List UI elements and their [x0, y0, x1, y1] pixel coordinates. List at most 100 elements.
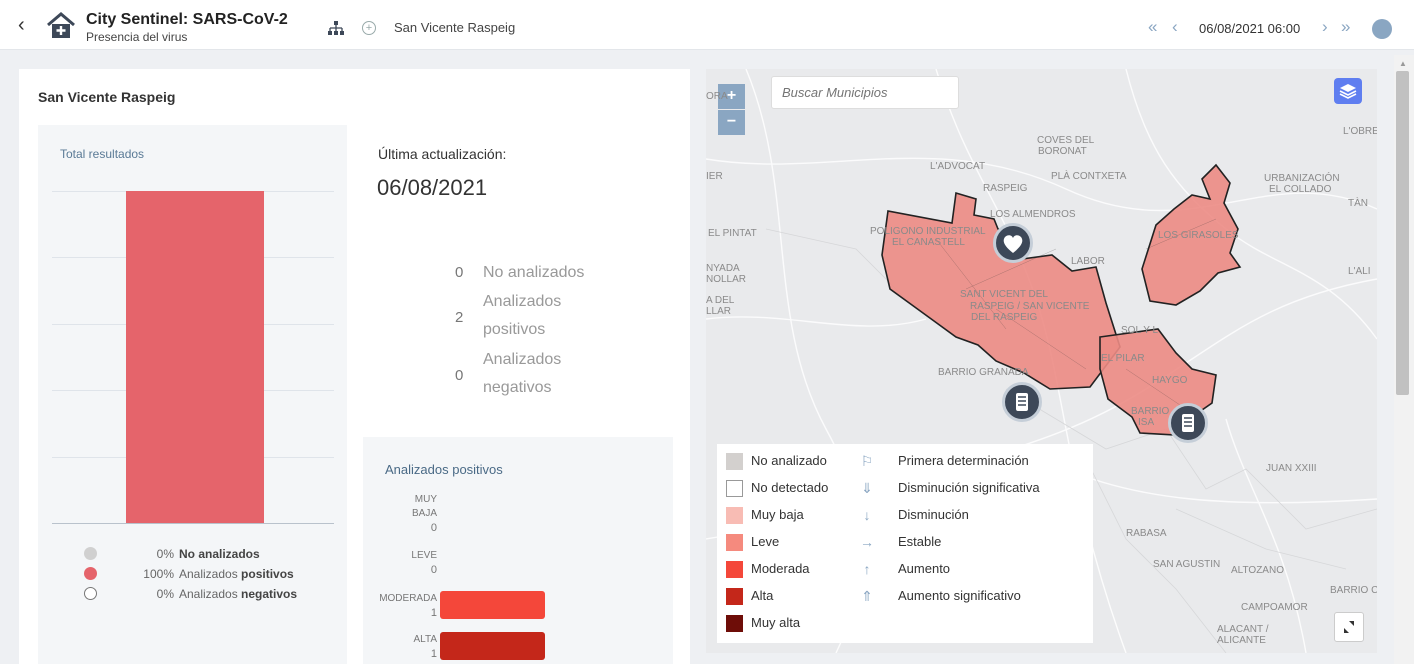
heart-icon — [1003, 235, 1023, 253]
legend-dot — [84, 587, 97, 600]
legend-level-label: No detectado — [751, 480, 829, 495]
legend-trend-label: Disminución — [898, 507, 969, 522]
stat-value: 2 — [455, 309, 464, 326]
search-input[interactable] — [772, 77, 958, 108]
hierarchy-icon[interactable] — [328, 21, 344, 35]
place-label: RASPEIG / SAN VICENTE — [970, 301, 1090, 312]
page-scrollbar[interactable]: ▲ — [1394, 55, 1414, 664]
level-label: ALTA 1 — [377, 633, 437, 661]
place-label: LOS ALMENDROS — [990, 209, 1076, 220]
zoom-out-button[interactable]: − — [718, 110, 745, 135]
last-update-date: 06/08/2021 — [377, 175, 488, 200]
trend-icon: ⇑ — [861, 588, 873, 604]
legend-percent: 0% — [156, 587, 174, 601]
legend-text: Analizados negativos — [179, 586, 297, 602]
stat-value: 0 — [455, 264, 464, 281]
place-label: LOS GIRASOLES — [1158, 230, 1239, 241]
scroll-up-icon[interactable]: ▲ — [1399, 59, 1407, 68]
place-label: ALACANT / — [1217, 624, 1269, 635]
add-location-icon[interactable]: + — [362, 21, 376, 35]
legend-swatch — [726, 453, 743, 470]
legend-swatch — [726, 588, 743, 605]
place-label: NYADA — [706, 263, 740, 274]
expand-icon — [1344, 621, 1354, 633]
legend-dot — [84, 547, 97, 560]
user-avatar-icon[interactable] — [1372, 19, 1392, 39]
next-date-icon[interactable]: › — [1322, 18, 1328, 35]
trend-icon: ↓ — [863, 507, 871, 523]
level-count: 0 — [430, 522, 437, 534]
stat-label: No analizados — [483, 264, 585, 281]
level-count: 1 — [430, 607, 437, 619]
legend-trend-label: Primera determinación — [898, 453, 1029, 468]
place-label: RABASA — [1126, 528, 1167, 539]
stat-label-line2: negativos — [483, 379, 552, 396]
current-datetime[interactable]: 06/08/2021 06:00 — [1199, 21, 1300, 36]
wastewater-sensor-marker[interactable] — [1168, 403, 1208, 443]
fullscreen-button[interactable] — [1334, 612, 1364, 642]
level-name-line2: BAJA — [411, 508, 437, 519]
place-label: ISA — [1138, 417, 1155, 428]
prev-date-icon[interactable]: ‹ — [1172, 18, 1178, 35]
level-bar[interactable] — [440, 591, 545, 619]
level-name: ALTA — [413, 634, 437, 645]
place-label: SOL Y L — [1121, 325, 1159, 336]
place-label: L'ADVOCAT — [930, 161, 986, 172]
place-label: TÀN — [1348, 198, 1368, 209]
legend-text: Analizados positivos — [179, 566, 294, 582]
legend-swatch — [726, 507, 743, 524]
chart-bar[interactable] — [126, 191, 264, 523]
place-label: EL PILAR — [1101, 353, 1145, 364]
legend-percent: 0% — [156, 547, 174, 561]
municipality-search[interactable] — [771, 76, 959, 109]
place-label: POLIGONO INDUSTRIAL — [870, 226, 986, 237]
card-title: San Vicente Raspeig — [38, 89, 176, 105]
chart-gridline — [52, 523, 334, 524]
legend-trend-label: Aumento significativo — [898, 588, 1021, 603]
home-icon[interactable] — [46, 11, 76, 41]
place-label: BARRIO C — [1330, 585, 1377, 596]
legend-level-label: Muy baja — [751, 507, 804, 522]
sensor-icon — [1182, 414, 1194, 432]
map-view[interactable]: + − COVES DELBORONATL'ADVOCATPLÀ CONTXET… — [706, 69, 1377, 653]
stat-label: Analizados — [483, 293, 562, 310]
hospital-marker[interactable] — [993, 223, 1033, 263]
summary-card: San Vicente Raspeig Total resultados 0% N… — [19, 69, 690, 664]
place-label: NOLLAR — [706, 274, 747, 285]
stat-value: 0 — [455, 367, 464, 384]
first-date-icon[interactable]: « — [1148, 18, 1157, 35]
back-icon[interactable]: ‹ — [18, 15, 25, 35]
stat-label: Analizados — [483, 351, 562, 368]
place-label: ORA — [706, 91, 728, 102]
place-label: CAMPOAMOR — [1241, 602, 1308, 613]
current-location: San Vicente Raspeig — [394, 20, 516, 35]
level-name: MUY — [414, 494, 437, 505]
level-count: 1 — [430, 648, 437, 660]
legend-text-bold: positivos — [241, 567, 294, 581]
trend-icon: ⇓ — [861, 480, 873, 496]
place-label: LABOR — [1071, 256, 1105, 267]
level-name: MODERADA — [379, 593, 437, 604]
app-subtitle: Presencia del virus — [86, 30, 188, 44]
scroll-thumb[interactable] — [1396, 71, 1409, 395]
legend-level-label: Muy alta — [751, 615, 801, 630]
sensor-icon — [1016, 393, 1028, 411]
legend-dot — [84, 567, 97, 580]
legend-text-plain: Analizados — [179, 567, 242, 581]
level-bar[interactable] — [440, 632, 545, 660]
place-label: RASPEIG — [983, 183, 1028, 194]
place-label: L'ALI — [1348, 266, 1371, 277]
place-label: LLAR — [706, 306, 732, 317]
place-label: ALTOZANO — [1231, 565, 1284, 576]
wastewater-sensor-marker[interactable] — [1002, 382, 1042, 422]
layers-icon[interactable] — [1334, 78, 1362, 104]
level-count: 0 — [430, 564, 437, 576]
last-date-icon[interactable]: » — [1341, 18, 1350, 35]
total-results-panel: Total resultados 0% No analizados 100% Anal… — [38, 125, 347, 664]
place-label: BARRIO GRANADA — [938, 367, 1029, 378]
legend-text-bold: negativos — [241, 587, 298, 601]
place-label: L'OBRE — [1343, 126, 1377, 137]
place-label: EL PINTAT — [708, 228, 757, 239]
legend-level-label: Alta — [751, 588, 774, 603]
place-label: EL COLLADO — [1269, 184, 1332, 195]
